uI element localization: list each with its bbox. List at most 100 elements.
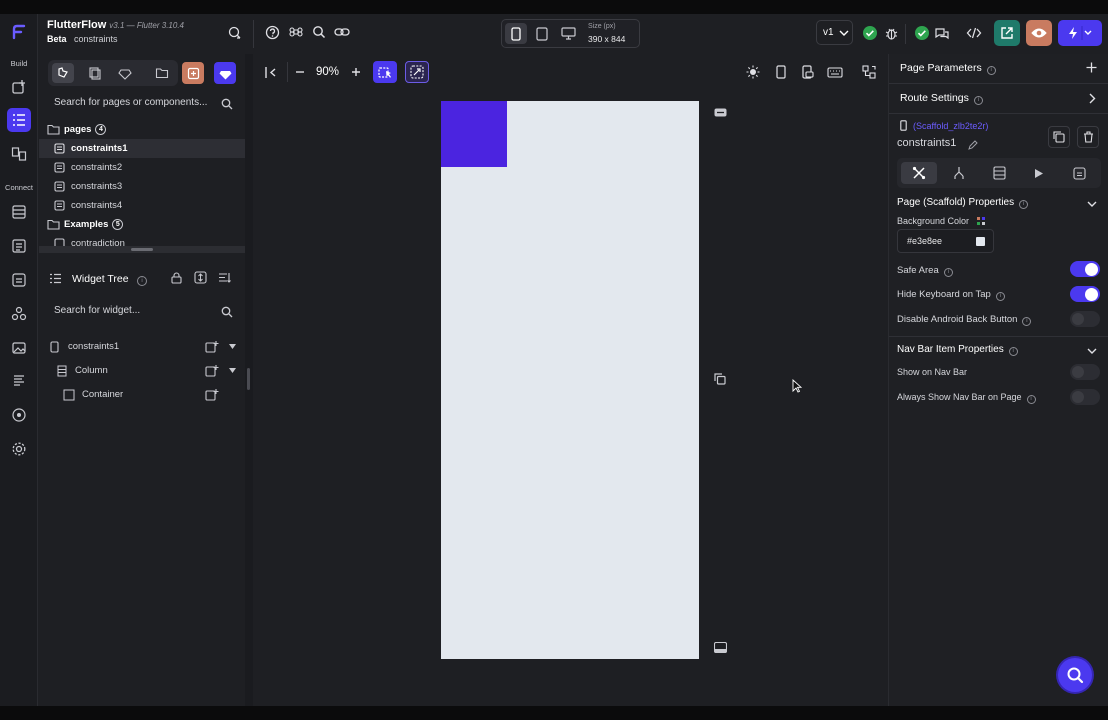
page-item-constraints4[interactable]: constraints4 bbox=[39, 196, 245, 215]
info-icon[interactable]: i bbox=[137, 273, 147, 286]
desktop-device-icon[interactable] bbox=[557, 23, 579, 44]
phone-device-icon[interactable] bbox=[505, 23, 527, 44]
add-child-icon[interactable] bbox=[205, 364, 219, 378]
chevron-down-icon[interactable] bbox=[1087, 201, 1097, 208]
search-icon[interactable] bbox=[308, 21, 330, 43]
help-icon[interactable] bbox=[261, 21, 283, 43]
edit-pencil-icon[interactable] bbox=[968, 140, 978, 150]
integrations-icon[interactable] bbox=[7, 302, 31, 326]
ai-gen-icon[interactable] bbox=[405, 61, 429, 83]
navbar-toggle-icon[interactable] bbox=[713, 640, 727, 654]
copy-widget-icon[interactable] bbox=[713, 372, 727, 386]
palette-options-icon[interactable] bbox=[976, 216, 986, 226]
custom-code-icon[interactable] bbox=[7, 369, 31, 393]
code-view-icon[interactable] bbox=[963, 22, 985, 44]
add-child-icon[interactable] bbox=[205, 388, 219, 402]
appbar-toggle-icon[interactable] bbox=[713, 105, 727, 119]
database-icon[interactable] bbox=[7, 200, 31, 224]
properties-tab-icon[interactable] bbox=[901, 162, 937, 184]
open-external-icon[interactable] bbox=[994, 20, 1020, 46]
project-switch-icon[interactable] bbox=[224, 22, 246, 44]
theme-icon[interactable] bbox=[7, 403, 31, 427]
examples-folder[interactable]: Examples 5 bbox=[39, 215, 245, 234]
chevron-right-icon[interactable] bbox=[1089, 93, 1096, 104]
components-tab-icon[interactable] bbox=[84, 63, 106, 83]
add-child-icon[interactable] bbox=[205, 340, 219, 354]
background-color-input[interactable]: #e3e8ee bbox=[897, 229, 994, 253]
media-assets-icon[interactable] bbox=[7, 336, 31, 360]
container-widget[interactable] bbox=[441, 101, 507, 167]
marketplace-diamond-icon[interactable] bbox=[214, 62, 236, 84]
diamond-library-icon[interactable] bbox=[114, 63, 136, 83]
size-value[interactable]: 390 x 844 bbox=[588, 34, 625, 44]
delete-trash-icon[interactable] bbox=[1077, 126, 1099, 148]
route-settings-row[interactable]: Route Settings i bbox=[900, 92, 983, 105]
widget-search-input[interactable]: Search for widget... bbox=[48, 300, 238, 324]
settings-gear-icon[interactable] bbox=[7, 437, 31, 461]
api-calls-icon[interactable] bbox=[7, 268, 31, 292]
collapse-panel-icon[interactable] bbox=[259, 61, 283, 83]
share-link-icon[interactable] bbox=[331, 21, 353, 43]
panel-splitter[interactable] bbox=[245, 54, 253, 706]
check-success-icon-2[interactable] bbox=[911, 22, 933, 44]
expand-collapse-icon[interactable] bbox=[194, 271, 207, 284]
page-item-constraints3[interactable]: constraints3 bbox=[39, 177, 245, 196]
check-success-icon[interactable] bbox=[859, 22, 881, 44]
command-shortcuts-icon[interactable] bbox=[285, 21, 307, 43]
add-widget-icon[interactable] bbox=[7, 75, 31, 99]
always-show-nav-toggle[interactable] bbox=[1070, 389, 1100, 405]
show-nav-toggle[interactable] bbox=[1070, 364, 1100, 380]
search-fab-button[interactable] bbox=[1058, 658, 1092, 692]
tree-node-page[interactable]: constraints1 bbox=[39, 336, 245, 358]
phone-preview[interactable] bbox=[441, 101, 699, 659]
add-page-icon[interactable] bbox=[182, 62, 204, 84]
zoom-out-icon[interactable] bbox=[288, 61, 312, 83]
pages-tab-icon[interactable] bbox=[52, 63, 74, 83]
folder-tab-icon[interactable] bbox=[151, 63, 173, 83]
page-props-header[interactable]: Page (Scaffold) Properties i bbox=[897, 197, 1029, 209]
zoom-in-icon[interactable] bbox=[344, 61, 368, 83]
hide-keyboard-toggle[interactable] bbox=[1070, 286, 1100, 302]
tablet-device-icon[interactable] bbox=[531, 23, 553, 44]
nav-bar-header[interactable]: Nav Bar Item Properties i bbox=[897, 344, 1018, 356]
filter-options-icon[interactable] bbox=[218, 272, 232, 283]
page-parameters-row[interactable]: Page Parameters i bbox=[900, 62, 996, 75]
widget-tree-toggle-icon[interactable] bbox=[857, 61, 881, 83]
comments-icon[interactable] bbox=[931, 22, 953, 44]
duplicate-page-icon[interactable] bbox=[1048, 126, 1070, 148]
disable-back-toggle[interactable] bbox=[1070, 311, 1100, 327]
storyboard-icon[interactable] bbox=[7, 142, 31, 166]
add-parameter-icon[interactable] bbox=[1086, 62, 1097, 73]
debug-bug-icon[interactable] bbox=[880, 22, 902, 44]
page-item-contradiction[interactable]: contradiction bbox=[39, 234, 245, 246]
version-select[interactable]: v1 bbox=[816, 20, 853, 45]
pages-folder[interactable]: pages 4 bbox=[39, 120, 245, 139]
actions-tab-icon[interactable] bbox=[941, 162, 977, 184]
page-parameters-label: Page Parameters bbox=[900, 62, 982, 74]
caret-down-icon[interactable] bbox=[229, 344, 236, 349]
animations-play-icon[interactable] bbox=[1021, 162, 1057, 184]
zoom-level[interactable]: 90% bbox=[316, 66, 339, 78]
flutterflow-logo[interactable] bbox=[9, 22, 29, 42]
keyboard-icon[interactable] bbox=[823, 61, 847, 83]
page-state-tab-icon[interactable] bbox=[1061, 162, 1097, 184]
pages-search-input[interactable]: Search for pages or components... bbox=[48, 92, 238, 116]
chevron-down-icon[interactable] bbox=[1087, 348, 1097, 355]
tree-node-column[interactable]: Column bbox=[39, 360, 245, 382]
preview-eye-icon[interactable] bbox=[1026, 20, 1052, 46]
caret-down-icon[interactable] bbox=[229, 368, 236, 373]
light-mode-icon[interactable] bbox=[741, 61, 765, 83]
backend-query-tab-icon[interactable] bbox=[981, 162, 1017, 184]
select-mode-icon[interactable] bbox=[373, 61, 397, 83]
app-state-icon[interactable] bbox=[7, 234, 31, 258]
run-mode-button[interactable] bbox=[1058, 20, 1102, 46]
page-item-constraints1[interactable]: constraints1 bbox=[39, 139, 245, 158]
page-item-constraints2[interactable]: constraints2 bbox=[39, 158, 245, 177]
rotate-device-icon[interactable] bbox=[796, 61, 820, 83]
safe-area-toggle[interactable] bbox=[1070, 261, 1100, 277]
tree-node-container[interactable]: Container bbox=[39, 384, 245, 406]
lock-icon[interactable] bbox=[171, 272, 182, 284]
widget-tree-nav-icon[interactable] bbox=[7, 108, 31, 132]
pages-resize-handle[interactable] bbox=[39, 246, 245, 253]
portrait-icon[interactable] bbox=[769, 61, 793, 83]
